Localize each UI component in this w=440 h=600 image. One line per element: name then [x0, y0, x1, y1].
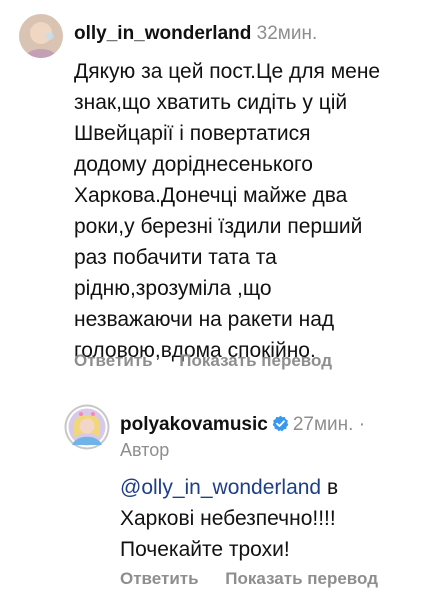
timestamp: 27мин.	[292, 414, 354, 435]
reply-button[interactable]: Ответить	[120, 569, 199, 588]
reply-button[interactable]: Ответить	[74, 351, 153, 370]
username[interactable]: olly_in_wonderland	[74, 23, 251, 44]
comment-header: olly_in_wonderland 32мин.	[74, 22, 317, 46]
reply-header: polyakovamusic 27мин. ·	[120, 413, 365, 439]
reply-text-rest: Харкові небезпечно!!!! Почекайте трохи!	[120, 507, 336, 561]
timestamp: 32мин.	[256, 23, 318, 44]
reply-text: @olly_in_wonderland в Харкові небезпечно…	[120, 472, 435, 565]
reply-text-line1-rest: в	[321, 476, 339, 499]
author-badge: Автор	[120, 440, 170, 460]
show-translation-button[interactable]: Показать перевод	[225, 569, 378, 588]
username[interactable]: polyakovamusic	[120, 414, 268, 435]
verified-badge-icon	[272, 415, 289, 439]
mention-link[interactable]: @olly_in_wonderland	[120, 476, 321, 499]
avatar[interactable]	[64, 404, 110, 450]
comment-text: Дякую за цей пост.Це для мене знак,що хв…	[74, 60, 381, 362]
show-translation-button[interactable]: Показать перевод	[179, 351, 332, 370]
separator-dot: ·	[358, 414, 366, 435]
avatar[interactable]	[19, 14, 63, 58]
comment-actions: Ответить Показать перевод	[74, 351, 354, 371]
reply-actions: Ответить Показать перевод	[120, 569, 400, 589]
